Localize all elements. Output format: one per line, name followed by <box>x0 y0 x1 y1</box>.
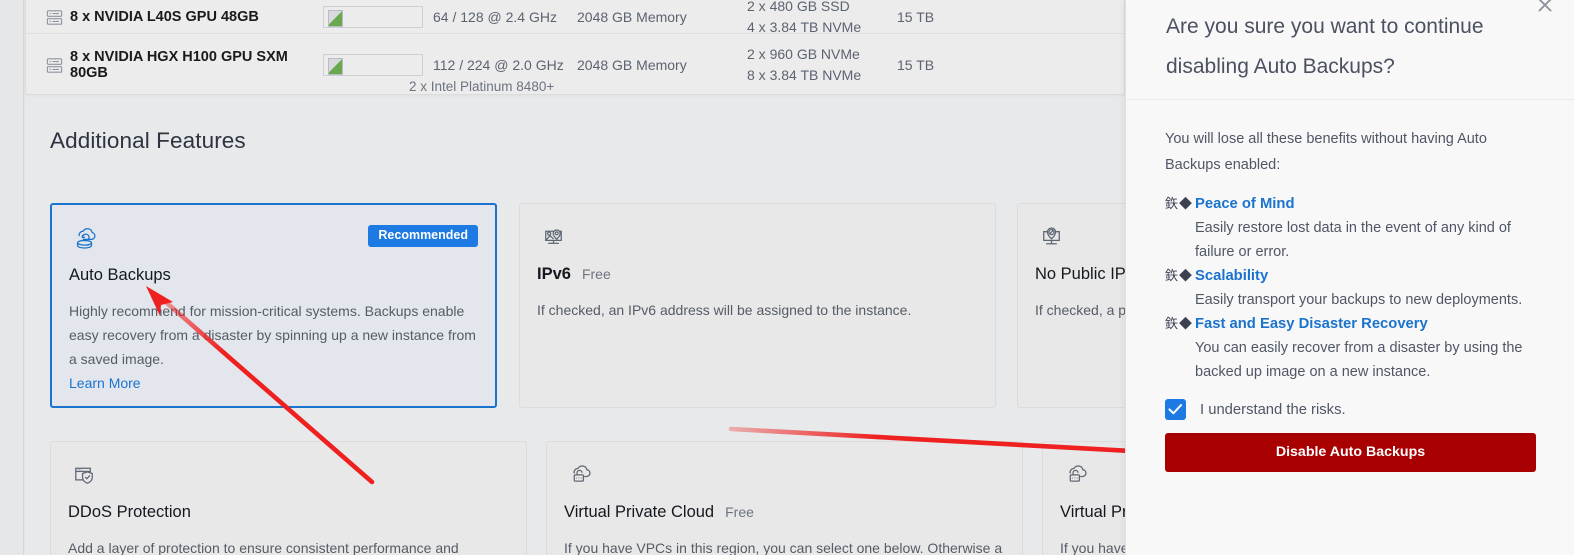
card-title: DDoS Protection <box>68 503 509 522</box>
understand-risks-checkbox[interactable] <box>1165 399 1186 420</box>
card-title-text: IPv6 <box>537 265 571 283</box>
ipv6-location-icon <box>545 229 562 244</box>
card-title: IPv6 Free <box>537 265 978 284</box>
plan-storage: 2 x 960 GB NVMe 8 x 3.84 TB NVMe <box>747 44 897 86</box>
plan-storage-line: 8 x 3.84 TB NVMe <box>747 67 862 83</box>
vpc-lock-icon <box>573 465 591 482</box>
modal-body: You will lose all these benefits without… <box>1126 100 1574 472</box>
server-icon <box>26 8 70 27</box>
card-title: Auto Backups <box>69 266 478 285</box>
feature-card-ddos-protection[interactable]: DDoS Protection Add a layer of protectio… <box>50 441 527 555</box>
plan-memory: 2048 GB Memory <box>577 57 687 73</box>
plan-cores: 112 / 224 @ 2.0 GHz <box>433 57 564 73</box>
benefit-description: Easily restore lost data in the event of… <box>1195 220 1511 260</box>
plan-cpu-label: 2 x Intel Platinum 8480+ <box>409 79 555 94</box>
plan-memory: 2048 GB Memory <box>577 9 687 25</box>
card-title: Virtual Private Cloud Free <box>564 503 1005 522</box>
plan-storage-line: 2 x 480 GB SSD <box>747 0 850 14</box>
status-badge: Recommended <box>368 225 478 247</box>
broken-image-icon <box>323 6 423 28</box>
cpu-image-cell <box>323 6 433 28</box>
card-description: If you have VPCs in this region, you can… <box>564 540 1003 555</box>
modal-lede: You will lose all these benefits without… <box>1165 131 1487 173</box>
plan-bandwidth: 15 TB <box>897 57 935 73</box>
disable-auto-backups-button[interactable]: Disable Auto Backups <box>1165 433 1536 472</box>
plan-storage: 2 x 480 GB SSD 4 x 3.84 TB NVMe <box>747 0 897 38</box>
card-title-text: DDoS Protection <box>68 503 191 521</box>
bullet-glyph: 鉃◆ <box>1165 268 1194 283</box>
page-left-gutter <box>0 0 24 555</box>
ddos-shield-icon <box>75 467 93 485</box>
bullet-glyph: 鉃◆ <box>1165 196 1194 211</box>
benefit-description: You can easily recover from a disaster b… <box>1195 340 1523 380</box>
card-title-text: Virtual Private Cloud <box>564 503 715 521</box>
close-icon[interactable] <box>1534 0 1556 16</box>
card-description: Highly recommend for mission-critical sy… <box>69 303 476 367</box>
vpc-lock-icon <box>1069 465 1087 482</box>
plan-cores: 64 / 128 @ 2.4 GHz <box>433 9 557 25</box>
plan-bandwidth: 15 TB <box>897 9 935 25</box>
list-item: 鉃◆ Peace of Mind Easily restore lost dat… <box>1165 192 1536 264</box>
card-price: Free <box>725 504 754 520</box>
cloud-backup-icon <box>76 228 96 249</box>
list-item: 鉃◆ Scalability Easily transport your bac… <box>1165 264 1536 312</box>
benefit-title[interactable]: Scalability <box>1195 264 1536 288</box>
modal-header: Are you sure you want to continue disabl… <box>1126 0 1574 100</box>
card-description: Add a layer of protection to ensure cons… <box>68 540 459 555</box>
confirm-disable-auto-backups-modal: Are you sure you want to continue disabl… <box>1125 0 1574 555</box>
checkmark-icon <box>1168 404 1183 415</box>
benefit-title[interactable]: Fast and Easy Disaster Recovery <box>1195 312 1536 336</box>
benefits-list: 鉃◆ Peace of Mind Easily restore lost dat… <box>1165 192 1536 384</box>
plan-name: 8 x NVIDIA L40S GPU 48GB <box>70 9 259 25</box>
plan-storage-line: 2 x 960 GB NVMe <box>747 46 860 62</box>
card-description: If checked, an IPv6 address will be assi… <box>537 302 912 318</box>
feature-card-virtual-private-cloud[interactable]: Virtual Private Cloud Free If you have V… <box>546 441 1023 555</box>
card-title-text: Auto Backups <box>69 266 171 284</box>
feature-card-auto-backups[interactable]: Recommended Auto Backups Highly recommen… <box>50 203 497 408</box>
no-public-ip-icon <box>1043 227 1060 245</box>
broken-image-icon <box>323 54 423 76</box>
modal-title: Are you sure you want to continue disabl… <box>1166 14 1484 78</box>
list-item: 鉃◆ Fast and Easy Disaster Recovery You c… <box>1165 312 1536 384</box>
learn-more-link[interactable]: Learn More <box>69 375 141 391</box>
page-title: Additional Features <box>50 128 246 153</box>
cpu-image-cell: 2 x Intel Platinum 8480+ <box>323 54 554 94</box>
benefit-description: Easily transport your backups to new dep… <box>1195 292 1523 308</box>
table-row[interactable]: 8 x NVIDIA L40S GPU 48GB 64 / 128 @ 2.4 … <box>26 0 1126 35</box>
plans-table: 8 x NVIDIA L40S GPU 48GB 64 / 128 @ 2.4 … <box>25 0 1126 95</box>
risk-acknowledgement-row[interactable]: I understand the risks. <box>1165 399 1536 420</box>
bullet-glyph: 鉃◆ <box>1165 316 1194 331</box>
table-row[interactable]: 8 x NVIDIA HGX H100 GPU SXM 80GB 2 x Int… <box>26 35 1126 95</box>
feature-card-ipv6[interactable]: IPv6 Free If checked, an IPv6 address wi… <box>519 203 996 408</box>
understand-risks-label: I understand the risks. <box>1200 401 1346 418</box>
benefit-title[interactable]: Peace of Mind <box>1195 192 1536 216</box>
plan-name: 8 x NVIDIA HGX H100 GPU SXM 80GB <box>70 49 288 81</box>
screen: 8 x NVIDIA L40S GPU 48GB 64 / 128 @ 2.4 … <box>0 0 1574 555</box>
card-price: Free <box>581 266 611 282</box>
server-icon <box>26 56 70 75</box>
